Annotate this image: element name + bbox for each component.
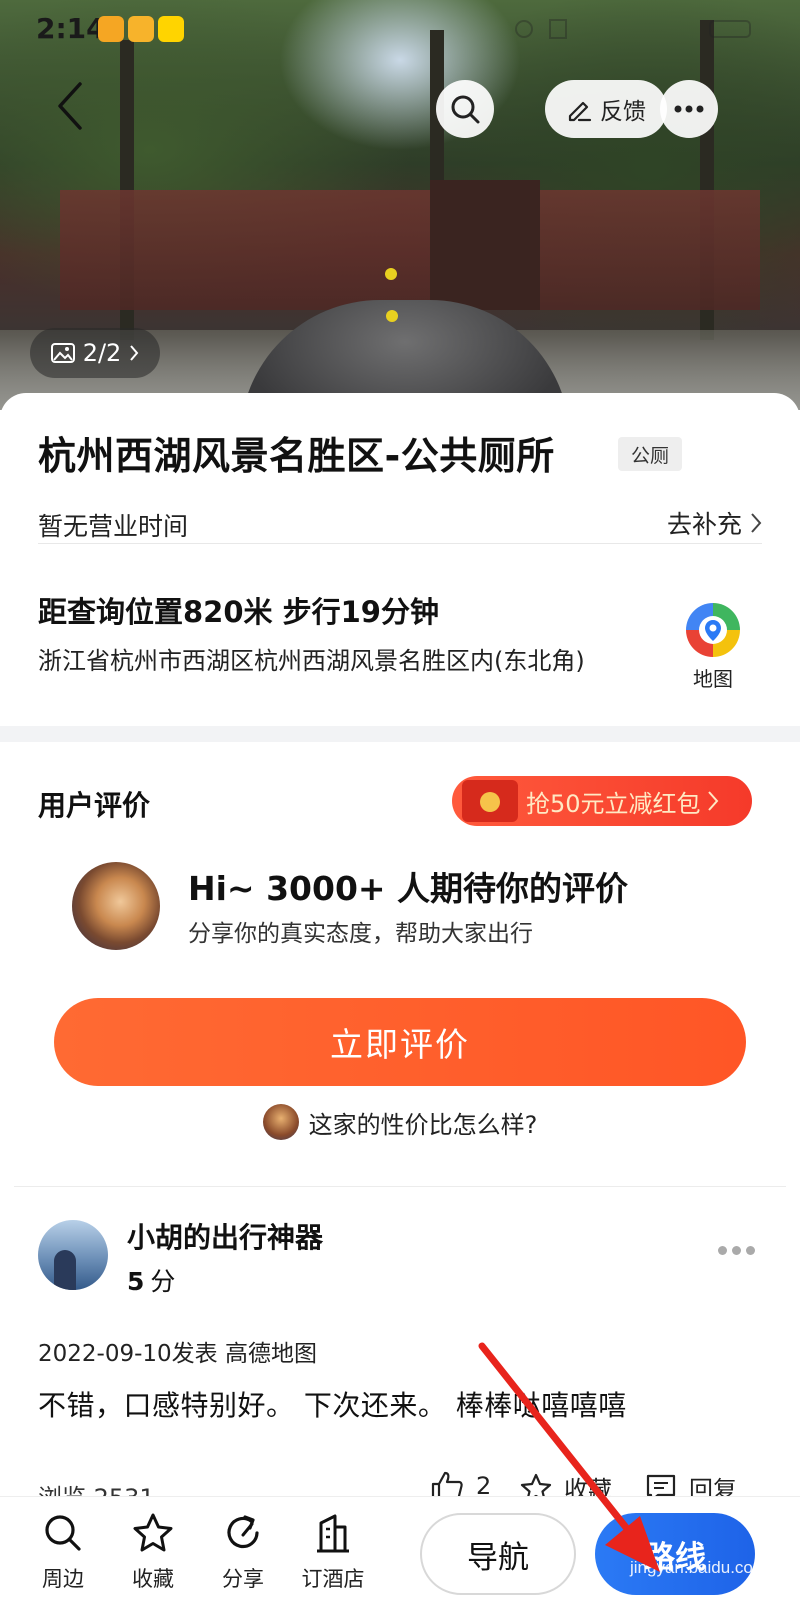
reviewer-name[interactable]: 小胡的出行神器 <box>127 1216 323 1256</box>
invite-title: Hi~ 3000+ 人期待你的评价 <box>188 869 629 908</box>
star-icon <box>133 1513 173 1552</box>
chevron-right-icon <box>751 513 762 533</box>
map-button[interactable]: 地图 <box>680 603 746 692</box>
xianyu-app-icon <box>158 16 184 42</box>
red-packet-icon <box>462 780 518 822</box>
question-text: 这家的性价比怎么样? <box>308 1110 538 1139</box>
edit-pencil-icon <box>568 101 592 122</box>
chevron-right-icon <box>707 791 718 811</box>
book-hotel-button[interactable]: 订酒店 <box>296 1511 370 1593</box>
poi-category-tag: 公厕 <box>618 437 682 471</box>
red-packet-promo-button[interactable]: 抢50元立减红包 <box>452 776 752 826</box>
review-text: 不错，口感特别好。 下次还来。 棒棒哒嘻嘻嘻 <box>38 1389 627 1422</box>
favorite-label: 收藏 <box>132 1567 174 1591</box>
watermark-text: jingyan.baidu.com <box>630 1558 768 1577</box>
feedback-label: 反馈 <box>600 98 646 124</box>
photo-counter[interactable]: 2/2 <box>30 328 160 378</box>
promo-label: 抢50元立减红包 <box>526 789 701 818</box>
delivery-app-icon <box>128 16 154 42</box>
nearby-button[interactable]: 周边 <box>26 1511 100 1593</box>
system-status-icons <box>515 19 751 39</box>
poi-title: 杭州西湖风景名胜区-公共厕所 <box>38 434 555 478</box>
share-button[interactable]: 分享 <box>206 1511 280 1593</box>
route-button[interactable]: 路线 <box>595 1513 755 1595</box>
write-review-button[interactable]: 立即评价 <box>54 998 746 1086</box>
image-icon <box>50 343 75 363</box>
question-avatar <box>262 1104 299 1140</box>
search-icon <box>451 95 480 124</box>
feedback-button[interactable]: 反馈 <box>545 80 667 138</box>
more-dots-icon <box>674 105 704 113</box>
review-score: 5分 <box>127 1262 175 1298</box>
supplement-label: 去补充 <box>666 510 742 539</box>
book-hotel-label: 订酒店 <box>301 1567 365 1591</box>
favorite-button[interactable]: 收藏 <box>116 1511 190 1593</box>
opening-hours: 暂无营业时间 <box>38 512 189 541</box>
message-app-icon <box>98 16 124 42</box>
chevron-right-icon <box>130 345 139 361</box>
back-button[interactable] <box>52 80 88 132</box>
map-pin-icon <box>686 603 740 657</box>
review-more-icon[interactable] <box>718 1246 755 1255</box>
reviewer-avatar[interactable] <box>38 1220 108 1290</box>
section-separator <box>0 726 800 742</box>
back-arrow-icon <box>58 82 82 130</box>
supplement-link[interactable]: 去补充 <box>667 505 762 541</box>
reviews-heading: 用户评价 <box>38 789 151 822</box>
divider <box>38 543 762 544</box>
share-label: 分享 <box>222 1567 264 1591</box>
review-prompt-question[interactable]: 这家的性价比怎么样? <box>0 1104 800 1140</box>
photo-counter-text: 2/2 <box>82 339 122 367</box>
nearby-label: 周边 <box>42 1567 84 1591</box>
invite-avatar <box>72 862 160 950</box>
more-button[interactable] <box>660 80 718 138</box>
share-icon <box>227 1515 259 1549</box>
review-score-value: 5 <box>127 1267 145 1296</box>
search-icon <box>45 1515 81 1551</box>
poi-address: 浙江省杭州市西湖区杭州西湖风景名胜区内(东北角) <box>38 647 585 675</box>
poi-info-card: 杭州西湖风景名胜区-公共厕所 公厕 暂无营业时间 去补充 距查询位置820米 步… <box>0 393 800 726</box>
bottom-action-bar: 周边 收藏 分享 订酒店 导航 路线 <box>0 1496 800 1606</box>
status-bar: 2:14 <box>0 0 800 58</box>
review-date-source: 2022-09-10发表 高德地图 <box>38 1341 317 1367</box>
review-score-unit: 分 <box>150 1267 176 1296</box>
search-button[interactable] <box>436 80 494 138</box>
invite-subtitle: 分享你的真实态度，帮助大家出行 <box>188 921 533 947</box>
map-label: 地图 <box>693 667 733 691</box>
distance-info: 距查询位置820米 步行19分钟 <box>38 595 439 629</box>
status-time: 2:14 <box>36 12 106 45</box>
navigate-button[interactable]: 导航 <box>420 1513 576 1595</box>
divider <box>14 1186 786 1187</box>
hotel-icon <box>317 1514 349 1553</box>
